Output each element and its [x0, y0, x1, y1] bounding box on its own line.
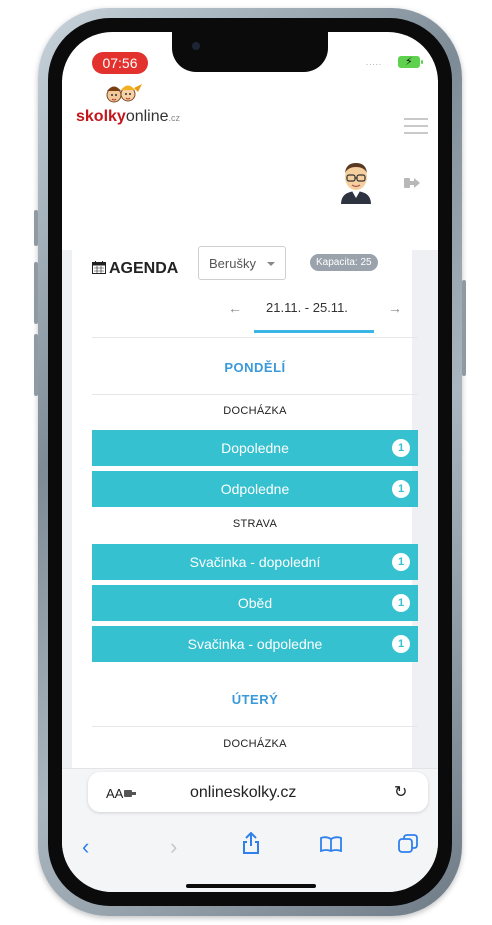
slot-svacinka-odpoledne[interactable]: Svačinka - odpoledne 1	[92, 626, 418, 662]
status-time: 07:56	[92, 52, 148, 74]
phone-screen: 07:56 ..... ⚡ skolkyonline.cz AGENDA Ber…	[62, 32, 438, 892]
calendar-icon	[92, 261, 106, 274]
slot-label: Svačinka - dopolední	[189, 554, 321, 570]
slot-count-badge: 1	[392, 480, 410, 498]
arrow-right-icon[interactable]: →	[388, 300, 402, 316]
slot-label: Dopoledne	[221, 440, 289, 456]
kids-mascot-icon	[106, 84, 142, 103]
battery-charging-icon: ⚡	[398, 56, 423, 68]
user-avatar[interactable]	[337, 158, 375, 204]
forward-icon[interactable]: ›	[170, 834, 177, 860]
slot-label: Svačinka - odpoledne	[187, 636, 323, 652]
side-button-power	[462, 280, 466, 376]
camera-icon	[192, 42, 200, 50]
group-select[interactable]: Berušky	[198, 246, 286, 280]
notch	[172, 32, 328, 72]
caret-down-icon	[267, 262, 275, 266]
section-heading-attendance: DOCHÁZKA	[223, 405, 287, 417]
side-button-volume-down	[34, 334, 38, 396]
active-week-indicator	[254, 330, 374, 333]
slot-odpoledne[interactable]: Odpoledne 1	[92, 471, 418, 507]
slot-svacinka-dopoledni[interactable]: Svačinka - dopolední 1	[92, 544, 418, 580]
slot-label: Odpoledne	[220, 481, 290, 497]
day-heading-tuesday: ÚTERÝ	[231, 692, 279, 707]
extension-icon[interactable]	[124, 789, 136, 798]
slot-count-badge: 1	[392, 635, 410, 653]
hamburger-icon[interactable]	[404, 118, 428, 134]
section-heading-meals: STRAVA	[232, 518, 278, 530]
divider	[92, 726, 418, 727]
back-icon[interactable]: ‹	[82, 834, 89, 860]
arrow-left-icon[interactable]: ←	[228, 300, 242, 316]
slot-label: Oběd	[237, 595, 273, 611]
slot-count-badge: 1	[392, 439, 410, 457]
logo-text: skolkyonline.cz	[76, 108, 181, 125]
divider	[92, 337, 418, 338]
tabs-icon[interactable]	[398, 834, 418, 854]
reload-icon[interactable]: ↻	[394, 782, 407, 802]
week-range-tab[interactable]: 21.11. - 25.11.	[266, 300, 348, 315]
side-button-volume-up	[34, 262, 38, 324]
section-heading-attendance: DOCHÁZKA	[223, 738, 287, 750]
share-icon[interactable]	[242, 832, 260, 854]
divider	[92, 394, 418, 395]
agenda-title: AGENDA	[109, 260, 179, 277]
sign-out-icon[interactable]	[404, 176, 420, 190]
day-heading-monday: PONDĚLÍ	[224, 360, 286, 375]
bookmarks-icon[interactable]	[320, 836, 342, 852]
url-text[interactable]: onlineskolky.cz	[190, 784, 296, 802]
slot-count-badge: 1	[392, 553, 410, 571]
side-button-mute	[34, 210, 38, 246]
group-select-value: Berušky	[209, 256, 256, 271]
slot-obed[interactable]: Oběd 1	[92, 585, 418, 621]
slot-dopoledne[interactable]: Dopoledne 1	[92, 430, 418, 466]
home-indicator	[186, 884, 316, 888]
slot-count-badge: 1	[392, 594, 410, 612]
agenda-heading: AGENDA	[92, 260, 178, 278]
signal-indicator: .....	[366, 58, 383, 67]
page-settings-button[interactable]: AA	[106, 786, 123, 801]
capacity-badge: Kapacita: 25	[310, 254, 378, 271]
